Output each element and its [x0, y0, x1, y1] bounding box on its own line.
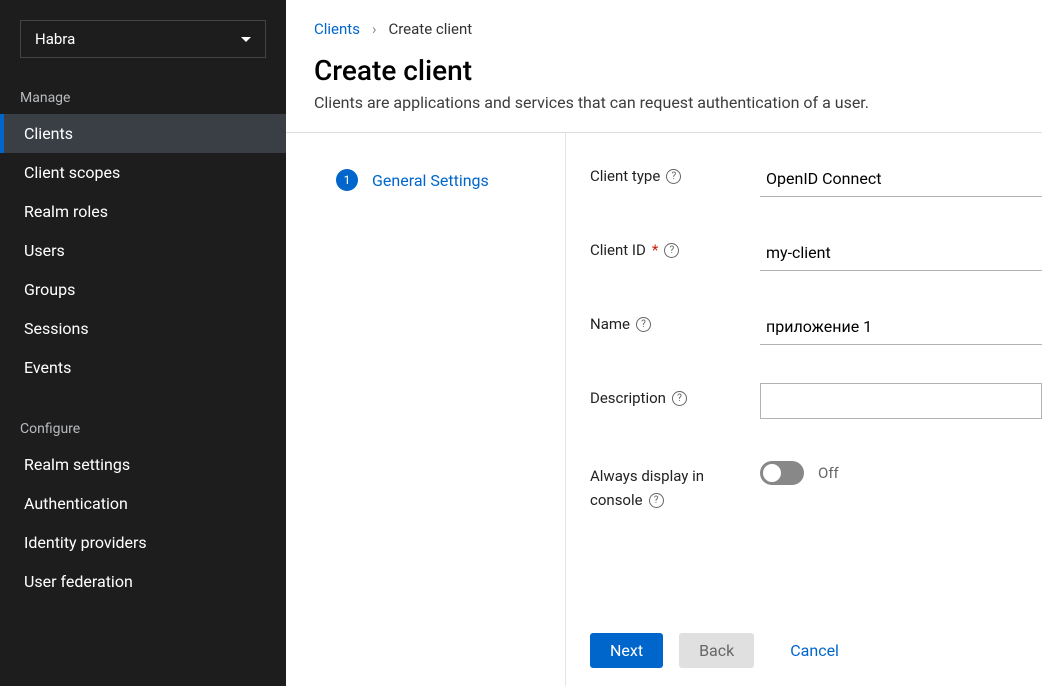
row-client-type: Client type ?: [590, 161, 1042, 197]
main-content: Clients › Create client Create client Cl…: [286, 0, 1042, 686]
label-description: Description ?: [590, 383, 760, 407]
wizard-step-general-settings[interactable]: 1 General Settings: [336, 169, 535, 191]
sidebar-item-identity-providers[interactable]: Identity providers: [0, 523, 286, 562]
help-icon[interactable]: ?: [649, 493, 664, 508]
page-description: Clients are applications and services th…: [286, 93, 1042, 132]
sidebar-item-user-federation[interactable]: User federation: [0, 562, 286, 601]
cancel-button[interactable]: Cancel: [770, 633, 859, 668]
row-always-display: Always display in console ? Off: [590, 461, 1042, 509]
sidebar-item-clients[interactable]: Clients: [0, 114, 286, 153]
label-client-id: Client ID * ?: [590, 235, 760, 259]
name-field[interactable]: [760, 309, 1042, 345]
chevron-right-icon: ›: [372, 20, 377, 38]
section-configure-title: Configure: [0, 407, 286, 445]
description-field[interactable]: [760, 383, 1042, 419]
section-manage-title: Manage: [0, 76, 286, 114]
realm-selector[interactable]: Habra: [20, 20, 266, 58]
sidebar: Habra Manage Clients Client scopes Realm…: [0, 0, 286, 686]
sidebar-item-events[interactable]: Events: [0, 348, 286, 387]
label-name: Name ?: [590, 309, 760, 333]
breadcrumb: Clients › Create client: [286, 0, 1042, 38]
always-display-toggle[interactable]: [760, 461, 804, 485]
sidebar-item-users[interactable]: Users: [0, 231, 286, 270]
help-icon[interactable]: ?: [672, 391, 687, 406]
back-button[interactable]: Back: [679, 633, 754, 668]
row-name: Name ?: [590, 309, 1042, 345]
step-label: General Settings: [372, 171, 489, 190]
page-title: Create client: [286, 38, 1042, 93]
label-client-type: Client type ?: [590, 161, 760, 185]
help-icon[interactable]: ?: [636, 317, 651, 332]
step-number-badge: 1: [336, 169, 358, 191]
wizard-body: 1 General Settings Client type ? Client …: [286, 133, 1042, 686]
sidebar-item-realm-settings[interactable]: Realm settings: [0, 445, 286, 484]
wizard-footer: Next Back Cancel: [590, 633, 1042, 686]
breadcrumb-root[interactable]: Clients: [314, 20, 360, 38]
next-button[interactable]: Next: [590, 633, 663, 668]
client-id-field[interactable]: [760, 235, 1042, 271]
sidebar-item-sessions[interactable]: Sessions: [0, 309, 286, 348]
wizard-steps: 1 General Settings: [286, 133, 566, 686]
caret-down-icon: [241, 37, 251, 42]
row-description: Description ?: [590, 383, 1042, 423]
realm-name: Habra: [35, 30, 75, 48]
toggle-state-label: Off: [818, 464, 839, 482]
row-client-id: Client ID * ?: [590, 235, 1042, 271]
sidebar-item-authentication[interactable]: Authentication: [0, 484, 286, 523]
client-type-field[interactable]: [760, 161, 1042, 197]
sidebar-item-groups[interactable]: Groups: [0, 270, 286, 309]
breadcrumb-current: Create client: [388, 20, 472, 38]
sidebar-item-realm-roles[interactable]: Realm roles: [0, 192, 286, 231]
help-icon[interactable]: ?: [664, 243, 679, 258]
required-marker: *: [652, 241, 658, 259]
sidebar-item-client-scopes[interactable]: Client scopes: [0, 153, 286, 192]
help-icon[interactable]: ?: [666, 169, 681, 184]
label-always-display: Always display in console ?: [590, 461, 760, 509]
form-area: Client type ? Client ID * ?: [566, 133, 1042, 686]
